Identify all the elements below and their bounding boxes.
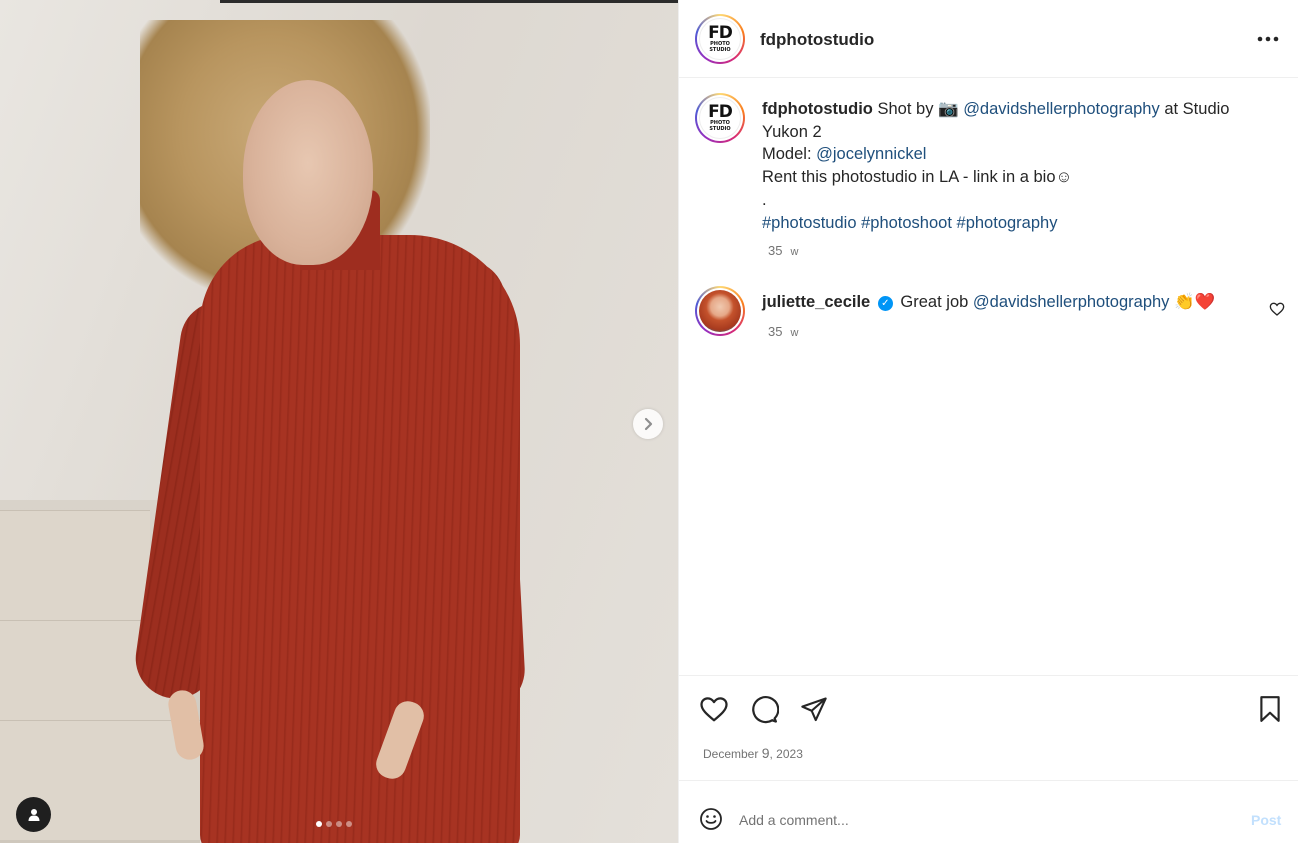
- studio-logo: FD PHOTO STUDIO: [699, 97, 741, 139]
- caption-rent-line: Rent this photostudio in LA - link in a …: [762, 168, 1073, 187]
- comment-item: juliette_cecile ✓ Great job @davidshelle…: [762, 291, 1242, 344]
- commenter-photo: [699, 290, 741, 332]
- more-options-button[interactable]: [1255, 27, 1281, 51]
- mention-photographer-link[interactable]: @davidshellerphotography: [963, 100, 1160, 118]
- comment-icon: [752, 695, 779, 724]
- carousel-indicator: [316, 821, 352, 827]
- chevron-right-icon: [644, 417, 653, 431]
- post-comment-button[interactable]: Post: [1251, 812, 1281, 828]
- person-icon: [28, 808, 39, 821]
- studio-logo: FD PHOTO STUDIO: [699, 18, 741, 60]
- mention-model-link[interactable]: @jocelynnickel: [816, 145, 926, 163]
- heart-outline-icon: [1269, 302, 1285, 316]
- comment-emojis: 👏❤️: [1174, 293, 1216, 311]
- post-date[interactable]: December 9, 2023: [703, 745, 803, 761]
- caption-timestamp[interactable]: 35 w: [768, 240, 1272, 264]
- caption-line-1: fdphotostudio Shot by 📷 @davidshellerpho…: [762, 98, 1272, 143]
- verified-badge-icon: ✓: [877, 296, 893, 311]
- author-username[interactable]: fdphotostudio: [760, 30, 874, 50]
- caption-dot-line: .: [762, 190, 767, 209]
- post-caption: fdphotostudio Shot by 📷 @davidshellerpho…: [762, 98, 1272, 264]
- add-comment-bar: Post: [679, 782, 1298, 843]
- post-sidebar: FD PHOTO STUDIO fdphotostudio FD PHOTO S…: [678, 0, 1298, 843]
- hashtag-link[interactable]: #photostudio: [762, 214, 857, 232]
- carousel-dot: [316, 821, 322, 827]
- stair-step: [0, 510, 150, 630]
- heart-icon: [700, 697, 728, 722]
- carousel-dot: [346, 821, 352, 827]
- tagged-people-button[interactable]: [16, 797, 51, 832]
- post-media[interactable]: [0, 0, 678, 843]
- emoji-picker-button[interactable]: [699, 807, 723, 836]
- comment-like-button[interactable]: [1269, 301, 1285, 322]
- save-button[interactable]: [1253, 692, 1287, 726]
- hashtag-link[interactable]: #photoshoot: [861, 214, 952, 232]
- author-avatar[interactable]: FD PHOTO STUDIO: [695, 14, 745, 64]
- smiley-icon: [700, 808, 722, 830]
- model-face: [243, 80, 373, 265]
- like-button[interactable]: [697, 692, 731, 726]
- share-button[interactable]: [797, 692, 831, 726]
- hashtag-link[interactable]: #photography: [957, 214, 1058, 232]
- carousel-dot: [326, 821, 332, 827]
- caption-model-line: Model: @jocelynnickel: [762, 143, 1272, 166]
- commenter-username[interactable]: juliette_cecile: [762, 293, 870, 311]
- comment-mention-link[interactable]: @davidshellerphotography: [973, 293, 1170, 311]
- caption-hashtags: #photostudio #photoshoot #photography: [762, 212, 1272, 235]
- bookmark-icon: [1260, 696, 1280, 722]
- model-dress: [200, 235, 520, 843]
- comment-timestamp[interactable]: 35 w: [768, 321, 1242, 344]
- carousel-dot: [336, 821, 342, 827]
- caption-shot-by: Shot by: [877, 100, 934, 118]
- send-icon: [801, 697, 827, 722]
- caption-avatar[interactable]: FD PHOTO STUDIO: [695, 93, 745, 143]
- camera-emoji: 📷: [938, 100, 959, 118]
- caption-username[interactable]: fdphotostudio: [762, 100, 873, 118]
- comment-input[interactable]: [739, 808, 1219, 832]
- comment-button[interactable]: [747, 692, 781, 726]
- more-horizontal-icon: [1257, 36, 1279, 42]
- next-slide-button[interactable]: [633, 409, 663, 439]
- comment-text: Great job: [900, 293, 969, 311]
- commenter-avatar[interactable]: [695, 286, 745, 336]
- caption-model-label: Model:: [762, 145, 812, 164]
- post-header: FD PHOTO STUDIO fdphotostudio: [679, 0, 1298, 78]
- media-top-edge: [220, 0, 678, 3]
- post-actions-bar: December 9, 2023: [679, 675, 1298, 781]
